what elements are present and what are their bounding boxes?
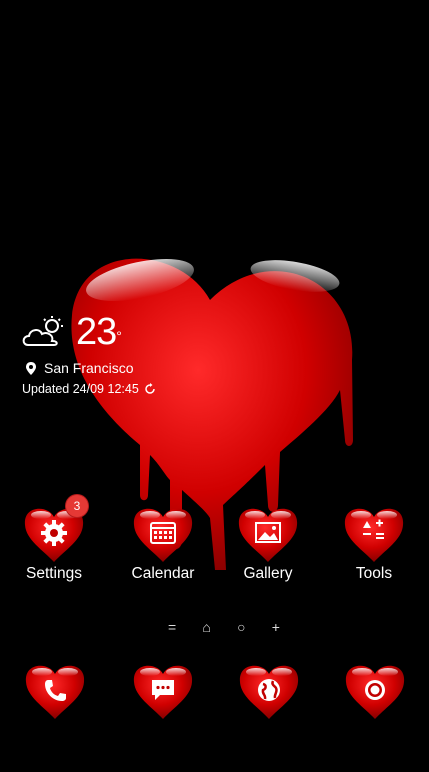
page-indicator: = ⌂ ○ + (168, 618, 280, 636)
refresh-icon[interactable] (144, 383, 156, 395)
dock-camera[interactable] (340, 662, 410, 725)
location-pin-icon (26, 361, 36, 375)
app-label: Tools (355, 565, 393, 582)
dock-messages[interactable] (128, 662, 198, 725)
location-label: San Francisco (44, 360, 134, 376)
app-tools[interactable]: Tools (332, 505, 416, 583)
app-gallery[interactable]: Gallery (226, 505, 310, 583)
dock-phone[interactable] (20, 662, 90, 725)
calendar-icon (150, 522, 176, 544)
menu-indicator[interactable]: = (168, 619, 176, 635)
image-icon (255, 522, 281, 543)
tools-icon (363, 519, 384, 539)
globe-icon (258, 679, 280, 701)
app-calendar[interactable]: Calendar (121, 505, 205, 583)
temperature: 23° (76, 311, 122, 353)
app-label: Calendar (131, 565, 195, 582)
page-dot[interactable]: ○ (237, 619, 245, 635)
add-page-button[interactable]: + (272, 619, 280, 635)
notification-badge: 3 (66, 495, 88, 517)
app-label: Gallery (243, 565, 293, 582)
home-indicator[interactable]: ⌂ (202, 619, 210, 635)
weather-widget[interactable]: 23° San Francisco Updated 24/09 12:45 (22, 312, 222, 396)
camera-icon (365, 680, 385, 700)
chat-icon (152, 680, 174, 700)
app-settings[interactable]: 3 Settings (12, 495, 96, 583)
dock-browser[interactable] (234, 662, 304, 725)
updated-label: Updated 24/09 12:45 (22, 382, 139, 396)
app-label: Settings (25, 565, 82, 582)
gear-icon (41, 520, 67, 546)
phone-icon (45, 680, 66, 701)
partly-cloudy-icon (22, 316, 63, 346)
